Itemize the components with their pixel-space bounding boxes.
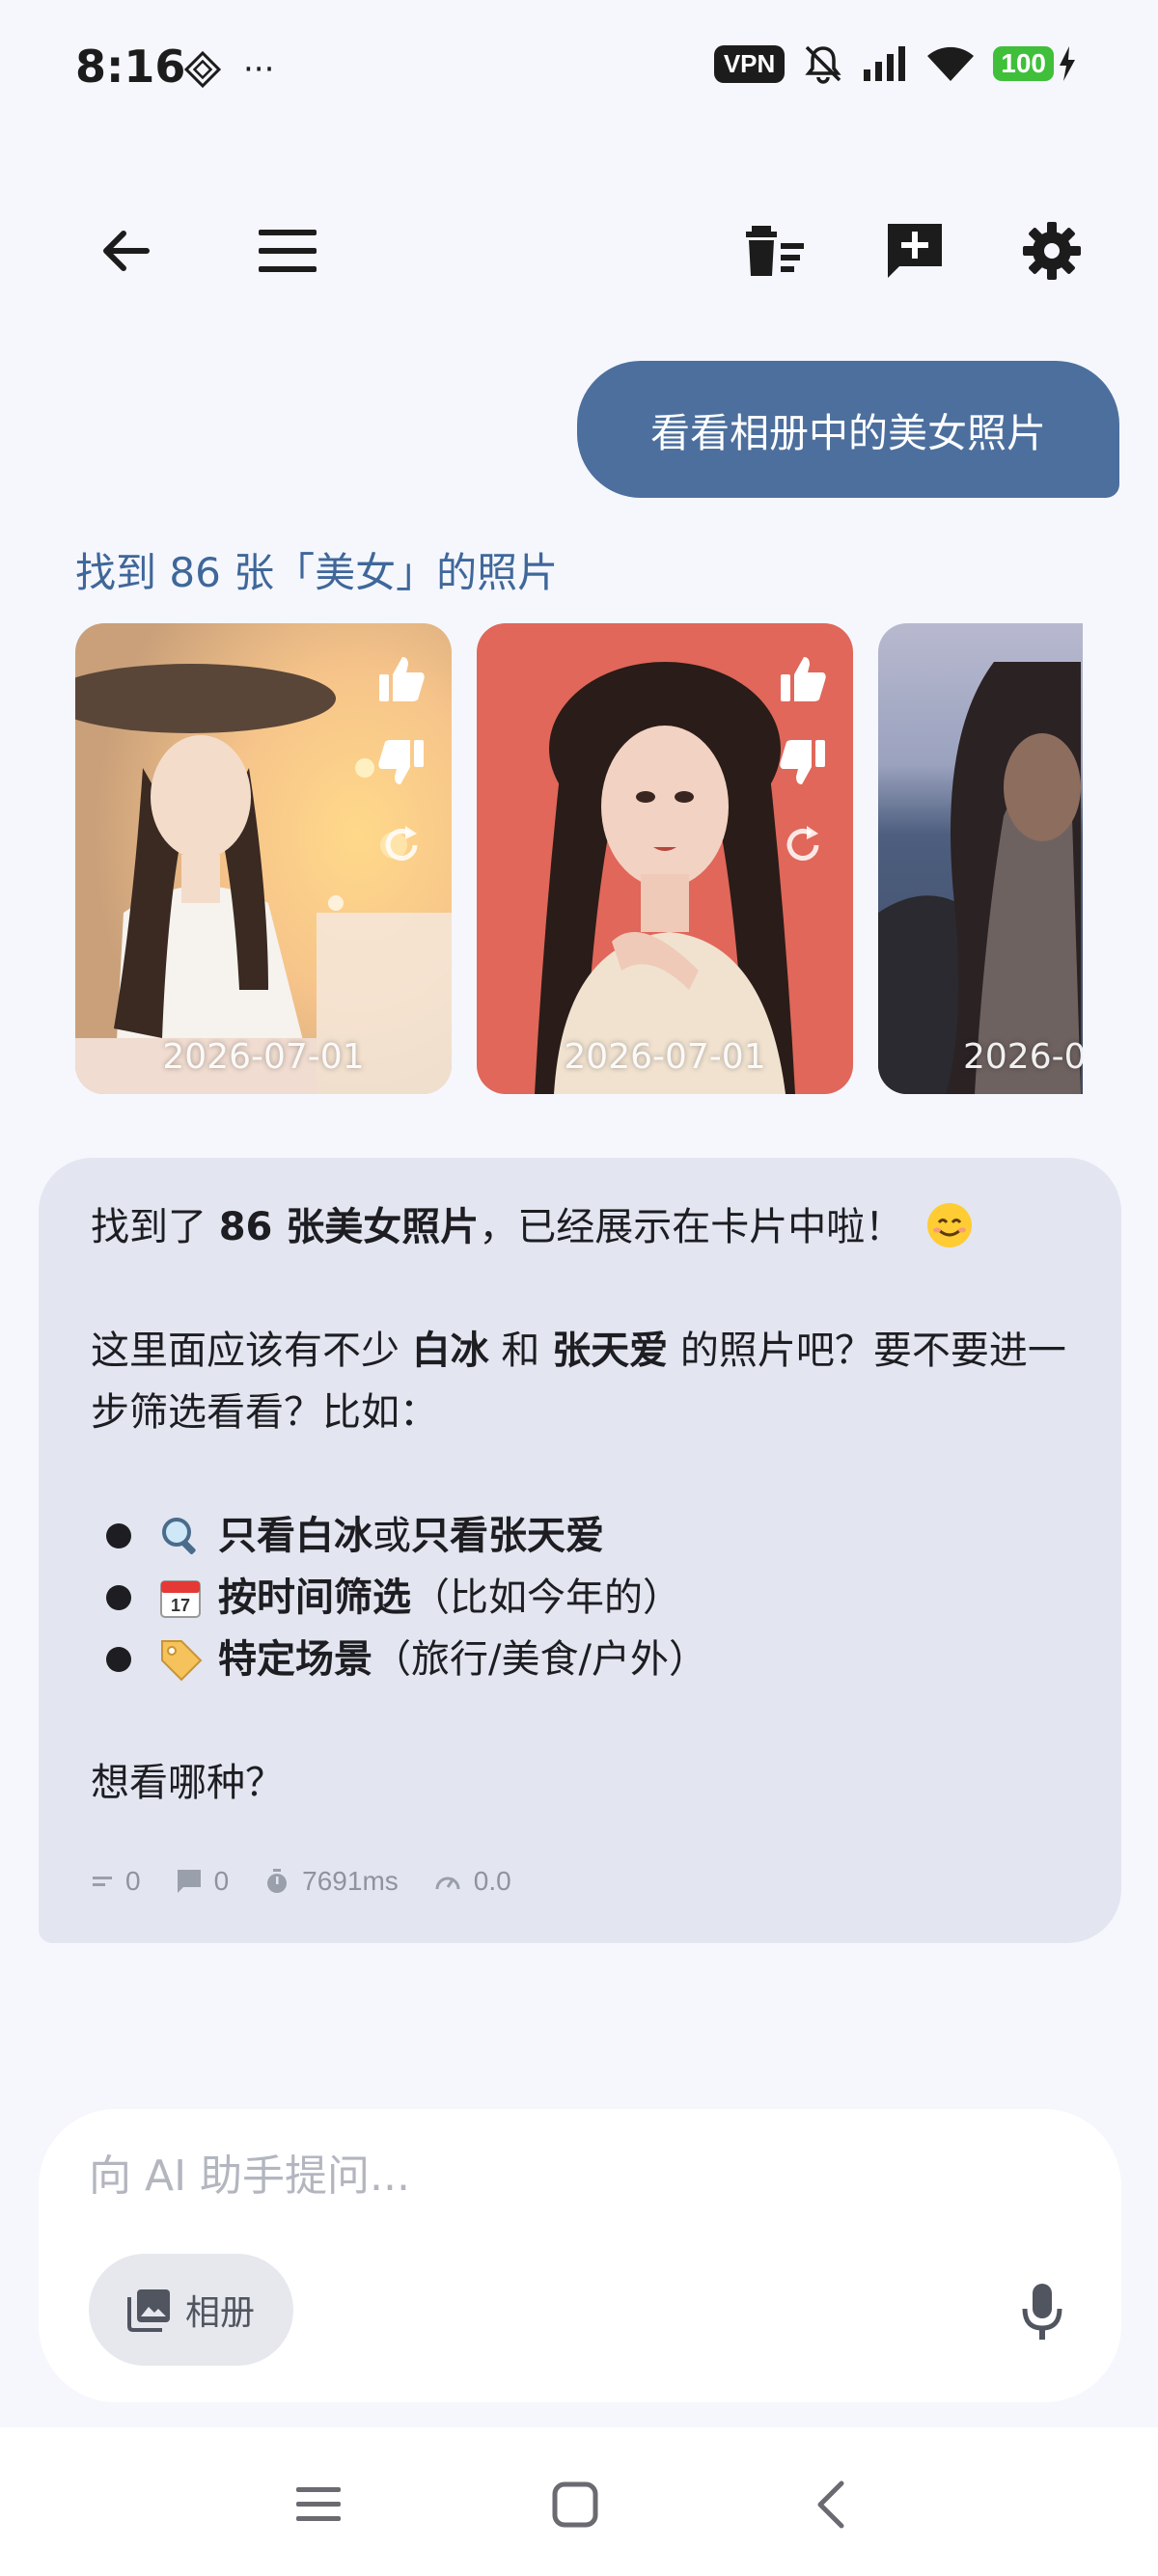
chat-bubble-icon <box>177 1870 201 1893</box>
charging-icon <box>1060 46 1075 81</box>
user-message-text: 看看相册中的美女照片 <box>650 410 1046 456</box>
home-button[interactable] <box>540 2470 610 2539</box>
filter-options-list: 只看白冰 或 只看张天爱 17 按时间筛选 （比如今年的） 特定场景 （旅行/美食/… <box>91 1505 1069 1690</box>
timer-icon <box>267 1869 288 1893</box>
settings-button[interactable] <box>1011 210 1092 291</box>
recents-button[interactable] <box>284 2470 353 2539</box>
messages-count: 0 <box>213 1866 230 1896</box>
thumbs-up-icon <box>781 657 826 701</box>
speed-value: 0.0 <box>473 1866 511 1896</box>
album-button[interactable]: 相册 <box>89 2254 293 2366</box>
photo-date: 2026-07-01 <box>162 1037 365 1077</box>
vpn-badge: VPN <box>713 44 786 83</box>
refresh-button[interactable] <box>371 812 432 878</box>
more-notifications-icon: ··· <box>243 50 275 89</box>
battery-indicator: 100 <box>993 46 1077 81</box>
tokens-icon <box>93 1877 112 1886</box>
dislike-button[interactable] <box>371 729 432 795</box>
list-item: 只看白冰 或 只看张天爱 <box>91 1505 1069 1567</box>
refresh-icon <box>786 826 819 861</box>
photo-date: 2026-07-01 <box>564 1037 766 1077</box>
wifi-icon <box>927 46 975 81</box>
signal-icon <box>864 46 906 81</box>
user-message-bubble: 看看相册中的美女照片 <box>577 361 1119 498</box>
microphone-icon <box>1022 2284 1062 2340</box>
refresh-icon <box>385 826 418 861</box>
label-tag-emoji-icon <box>156 1635 205 1684</box>
list-item: 特定场景 （旅行/美食/户外） <box>91 1629 1069 1690</box>
photo-card[interactable]: 2026-0 <box>878 623 1083 1094</box>
assistant-suggestion: 这里面应该有不少 白冰 和 张天爱 的照片吧？要不要进一步筛选看看？比如： <box>91 1329 1066 1435</box>
results-title: 找到 86 张「美女」的照片 <box>75 549 559 596</box>
assistant-message-bubble: 找到了 86 张美女照片，已经展示在卡片中啦！ 这里面应该有不少 白冰 和 张天… <box>39 1158 1121 1943</box>
chevron-left-icon <box>817 2480 844 2529</box>
assistant-question: 想看哪种？ <box>91 1761 284 1805</box>
thumbs-down-icon <box>780 740 825 784</box>
thumbs-down-icon <box>378 740 424 784</box>
response-duration: 7691ms <box>302 1866 399 1896</box>
status-bar: 8:16 ··· VPN 100 <box>0 0 1158 135</box>
like-button[interactable] <box>371 646 432 712</box>
photo-card[interactable]: 2026-07-01 <box>75 623 452 1094</box>
svg-text:17: 17 <box>171 1596 190 1615</box>
system-back-button[interactable] <box>797 2470 867 2539</box>
photo-date: 2026-0 <box>963 1037 1083 1077</box>
photo-card[interactable]: 2026-07-01 <box>477 623 853 1094</box>
bell-off-icon <box>805 45 841 84</box>
speed-gauge-icon <box>435 1877 460 1890</box>
photo-thumbnail <box>878 623 1083 1094</box>
clear-chat-button[interactable] <box>735 210 816 291</box>
message-stats: 0 0 7691ms 0.0 <box>91 1866 511 1897</box>
assistant-summary: 找到了 86 张美女照片，已经展示在卡片中啦！ <box>91 1196 1069 1258</box>
chat-input[interactable] <box>89 2142 957 2209</box>
recents-menu-icon <box>296 2487 341 2521</box>
magnifier-emoji-icon <box>156 1512 205 1560</box>
photo-carousel[interactable]: 2026-07-01 2026-07-01 2026-0 <box>75 623 1083 1094</box>
like-button[interactable] <box>772 646 834 712</box>
photo-library-icon <box>126 2289 170 2332</box>
gear-icon <box>1023 222 1081 280</box>
thumbs-up-icon <box>379 657 425 701</box>
refresh-button[interactable] <box>772 812 834 878</box>
dislike-button[interactable] <box>772 729 834 795</box>
system-navigation-bar <box>0 2427 1158 2576</box>
delete-sweep-icon <box>746 226 804 276</box>
new-chat-button[interactable] <box>874 210 955 291</box>
battery-level: 100 <box>993 46 1054 81</box>
add-comment-icon <box>888 224 942 278</box>
smile-emoji-icon <box>927 1203 973 1247</box>
tiktok-notification-icon <box>183 50 222 89</box>
back-button[interactable] <box>85 210 166 291</box>
status-time: 8:16 <box>75 41 186 93</box>
arrow-left-icon <box>103 231 150 271</box>
menu-button[interactable] <box>247 210 328 291</box>
album-button-label: 相册 <box>184 2293 255 2333</box>
home-square-icon <box>552 2481 598 2528</box>
voice-input-button[interactable] <box>1011 2279 1073 2346</box>
chat-input-panel: 相册 <box>39 2109 1121 2402</box>
hamburger-icon <box>259 230 317 272</box>
top-toolbar <box>0 193 1158 309</box>
calendar-emoji-icon: 17 <box>156 1574 205 1622</box>
tokens-count: 0 <box>125 1866 141 1896</box>
list-item: 17 按时间筛选 （比如今年的） <box>91 1567 1069 1629</box>
